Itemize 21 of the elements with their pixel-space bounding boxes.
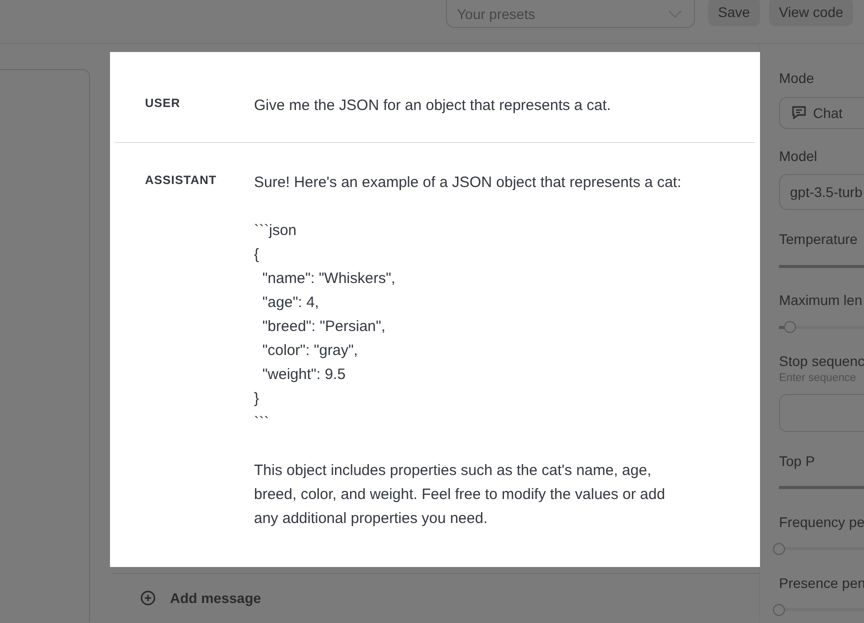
slider-thumb[interactable]: [773, 604, 785, 616]
setting-label: Top P: [779, 452, 816, 470]
message-text: Sure! Here's an example of a JSON object that represents a cat: ```json { "name": "Whiskers", "age": 4, "breed": "Persian", "color": "gray", "weight": 9.5 } ``` This object includes properties such as the cat's name, age, breed, color, and weight. Feel free to modify the values or add any additional properties you need.: [254, 173, 682, 529]
slider-thumb[interactable]: [784, 321, 796, 333]
slider-thumb[interactable]: [773, 542, 785, 554]
select-field[interactable]: Chat: [779, 96, 864, 128]
setting-label: Maximum len: [779, 292, 864, 309]
setting-label: Frequency pe: [779, 514, 864, 530]
select-field[interactable]: gpt-3.5-turb: [779, 174, 864, 210]
setting-label: Temperature: [779, 231, 859, 248]
toolbar-button[interactable]: View code: [768, 0, 854, 26]
setting-label: Stop sequenc: [779, 353, 864, 370]
chat-bubble-icon: [791, 105, 807, 120]
setting-label: Mode: [779, 70, 816, 87]
message-text: Give me the JSON for an object that represents a cat.: [254, 96, 612, 116]
plus-circle-icon: [140, 590, 156, 606]
add-message-button[interactable]: Add message: [140, 590, 262, 606]
role-label: ASSISTANT: [145, 172, 218, 189]
setting-label: Model: [779, 148, 818, 164]
role-label: USER: [145, 95, 182, 112]
toolbar-button[interactable]: Save: [708, 0, 760, 26]
